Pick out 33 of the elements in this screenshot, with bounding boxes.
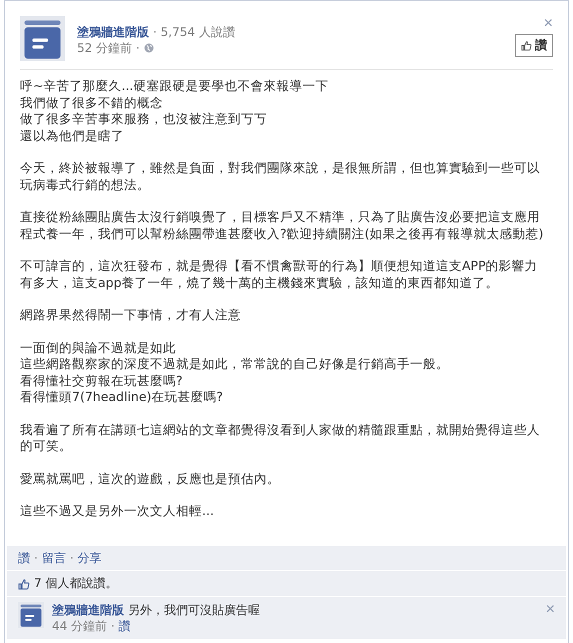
commenter-name-link[interactable]: 塗鴉牆進階版 <box>52 603 124 617</box>
post-text: 愛罵就罵吧，這次的遊戲，反應也是預估內。 <box>20 470 281 487</box>
thumbs-up-icon <box>521 40 532 51</box>
page-avatar-icon[interactable] <box>20 16 65 61</box>
commenter-avatar-icon[interactable] <box>18 602 44 628</box>
post-text: 直接從粉絲團貼廣告太沒行銷嗅覺了，目標客戶又不精準，只為了貼廣告沒必要把這支應用程式養一年，我們可以幫粉絲團帶進甚麼收入?歡迎持續關注(如果之後再有報導就太感動惹) <box>20 209 544 242</box>
post-text: 看得懂頭7(7headline)在玩甚麼嗎? <box>20 389 224 406</box>
likes-summary[interactable]: 7 個人都說讚。 <box>34 575 118 592</box>
thumbs-up-icon <box>18 578 30 590</box>
comment-like-link[interactable]: 讚 <box>118 618 131 634</box>
post-text: 做了很多辛苦事來服務，也沒被注意到丂丂 <box>20 111 268 128</box>
post-text: 一面倒的與論不過就是如此 <box>20 340 177 356</box>
post-text: 呼~辛苦了那麼久...硬塞跟硬是要學也不會來報導一下 <box>20 78 330 94</box>
post-time-link[interactable]: 52 分鐘前 · <box>77 40 140 56</box>
post-text: 我們做了很多不錯的概念 <box>20 94 164 111</box>
action-link[interactable]: 讚 <box>18 550 30 566</box>
action-link[interactable]: 分享 <box>78 550 102 566</box>
like-count: · 5,754 人說讚 <box>153 24 235 40</box>
post-text: 我看遍了所有在講頭七這網站的文章都覺得沒看到人家做的精髓跟重點，就開始覺得這些人的可笑。 <box>20 422 541 454</box>
post-text: 還以為他們是瞎了 <box>20 128 125 144</box>
post-text: 網路界果然得鬧一下事情，才有人注意 <box>20 307 242 324</box>
comment-time: 44 分鐘前 · <box>52 618 115 634</box>
post-text: 今天，終於被報導了，雖然是負面，對我們團隊來說，是很無所謂，但也算實驗到一些可以玩病毒式行銷的想法。 <box>20 160 541 193</box>
action-link[interactable]: 留言 <box>42 550 66 566</box>
post-text: 這些網路觀察家的深度不過就是如此，常常說的自己好像是行銷高手一般。 <box>20 356 450 372</box>
separator-dot: · <box>34 550 38 566</box>
comment-text: 另外，我們可沒貼廣告喔 <box>128 603 260 617</box>
post-text: 看得懂社交剪報在玩甚麼嗎? <box>20 372 184 389</box>
post-text: 不可諱言的，這次狂發布，就是覺得【看不慣禽獸哥的行為】順便想知道這支APP的影響力有多大，這支app養了一年，燒了幾十萬的主機錢來實驗，該知道的東西都知道了。 <box>20 258 539 291</box>
like-button[interactable]: 讚 <box>515 34 553 57</box>
page-name-link[interactable]: 塗鴉牆進階版 <box>77 24 149 40</box>
separator-dot: · <box>70 550 74 566</box>
post-text: 這些不過又是另外一次文人相輕... <box>20 503 215 520</box>
